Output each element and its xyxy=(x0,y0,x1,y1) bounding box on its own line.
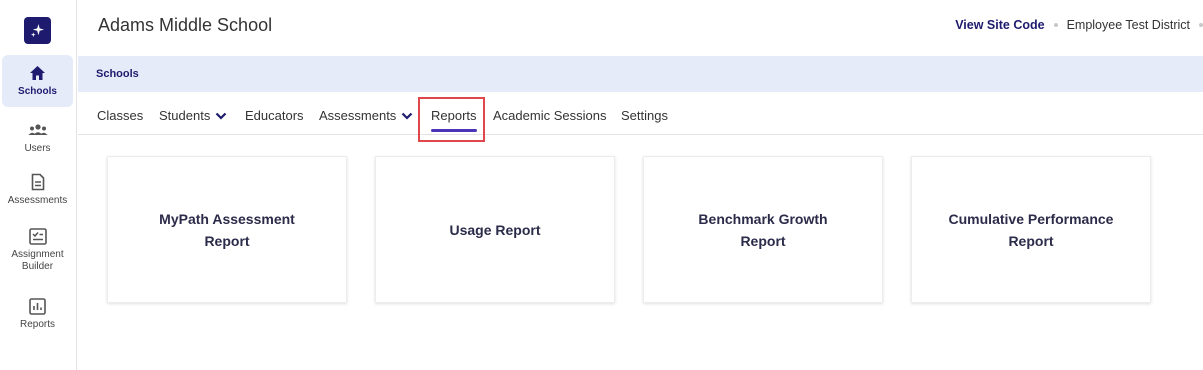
sidebar-item-label: Users xyxy=(24,143,51,154)
tab-educators[interactable]: Educators xyxy=(245,108,304,123)
sidebar-item-assessments[interactable]: Assessments xyxy=(2,172,73,207)
app-logo[interactable] xyxy=(24,17,51,44)
tab-assessments[interactable]: Assessments xyxy=(319,108,413,123)
sidebar: Schools Users Assessments Assignment Bui… xyxy=(0,0,77,370)
document-icon xyxy=(28,172,48,192)
sidebar-item-label: Assessments xyxy=(7,195,68,206)
chevron-down-icon xyxy=(402,112,413,120)
breadcrumb-band: Schools xyxy=(78,56,1203,92)
tab-settings[interactable]: Settings xyxy=(621,108,668,123)
sidebar-item-label: Assignment Builder xyxy=(11,249,64,272)
district-name: Employee Test District xyxy=(1066,18,1190,32)
sidebar-item-assignment-builder[interactable]: Assignment Builder xyxy=(2,226,73,273)
chevron-down-icon xyxy=(216,112,227,120)
separator-dot xyxy=(1199,23,1203,27)
home-icon xyxy=(28,63,48,83)
checklist-icon xyxy=(28,226,48,246)
sidebar-item-users[interactable]: Users xyxy=(2,120,73,155)
separator-dot xyxy=(1053,23,1058,27)
highlight-box xyxy=(418,97,485,142)
card-label: MyPath Assessment Report xyxy=(159,210,295,249)
tab-label: Settings xyxy=(621,108,668,123)
users-icon xyxy=(28,120,48,140)
card-usage-report[interactable]: Usage Report xyxy=(375,156,615,303)
sidebar-item-label: Schools xyxy=(18,86,57,97)
breadcrumb[interactable]: Schools xyxy=(96,68,139,80)
tab-classes[interactable]: Classes xyxy=(97,108,143,123)
card-label: Benchmark Growth Report xyxy=(698,210,828,249)
tab-label: Classes xyxy=(97,108,144,123)
bar-chart-icon xyxy=(28,296,48,316)
view-site-code-link[interactable]: View Site Code xyxy=(955,18,1044,32)
tab-academic-sessions[interactable]: Academic Sessions xyxy=(493,108,606,123)
card-label: Usage Report xyxy=(449,221,541,238)
sparkle-icon xyxy=(30,23,45,38)
page-title: Adams Middle School xyxy=(98,15,273,35)
tab-bar: Classes Students Educators Assessments R… xyxy=(78,96,1203,142)
card-label: Cumulative Performance Report xyxy=(948,210,1114,249)
tab-label: Students xyxy=(159,108,211,123)
header-right: View Site Code Employee Test District xyxy=(955,18,1203,32)
tab-label: Academic Sessions xyxy=(493,108,607,123)
card-benchmark-growth-report[interactable]: Benchmark Growth Report xyxy=(643,156,883,303)
tab-students[interactable]: Students xyxy=(159,108,227,123)
card-cumulative-performance-report[interactable]: Cumulative Performance Report xyxy=(911,156,1151,303)
tab-label: Assessments xyxy=(319,108,397,123)
sidebar-item-label: Reports xyxy=(19,319,55,330)
card-mypath-assessment-report[interactable]: MyPath Assessment Report xyxy=(107,156,347,303)
sidebar-item-schools[interactable]: Schools xyxy=(2,55,73,107)
sidebar-item-reports[interactable]: Reports xyxy=(2,296,73,331)
tab-label: Educators xyxy=(245,108,304,123)
